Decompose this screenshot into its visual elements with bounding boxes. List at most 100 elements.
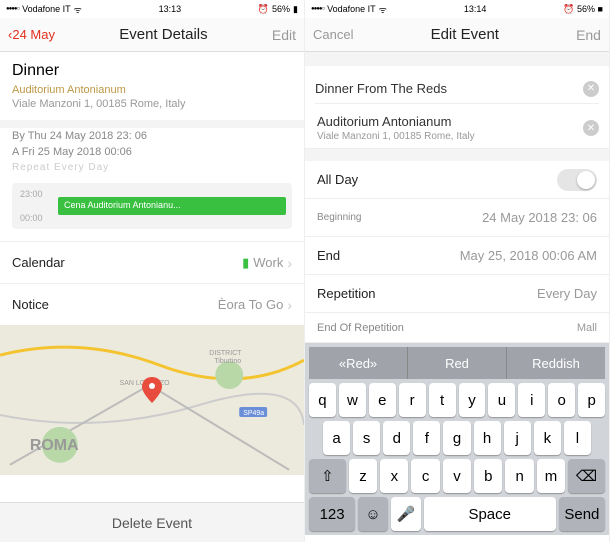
key-c[interactable]: c: [411, 459, 439, 493]
nav-bar: ‹24 May Event Details Edit: [0, 18, 304, 52]
battery-icon: ▮: [293, 4, 298, 15]
key-q[interactable]: q: [309, 383, 336, 417]
battery-label: 56%: [272, 4, 290, 14]
repetition-label: Repetition: [317, 286, 376, 301]
event-title-input[interactable]: Dinner From The Reds ✕: [315, 74, 599, 104]
nav-bar: Cancel Edit Event End: [305, 18, 609, 52]
key-s[interactable]: s: [353, 421, 380, 455]
location-name: Auditorium Antonianum: [317, 114, 597, 129]
carrier-label: Vodafone IT: [22, 4, 71, 14]
svg-text:SP49a: SP49a: [243, 410, 264, 417]
timeline-hour-top: 23:00: [20, 189, 43, 199]
end-value: May 25, 2018 00:06 AM: [460, 248, 597, 263]
location-address: Viale Manzoni 1, 00185 Rome, Italy: [317, 131, 597, 142]
backspace-key[interactable]: ⌫: [568, 459, 605, 493]
numeric-key[interactable]: 123: [309, 497, 355, 531]
all-day-toggle[interactable]: [557, 169, 597, 191]
event-end-time: A Fri 25 May 2018 00:06: [0, 144, 304, 160]
map-preview[interactable]: ROMA DISTRICT Tiburtino SAN LORENZO SP49…: [0, 325, 304, 475]
suggestion-bar: «Red» Red Reddish: [309, 347, 605, 379]
map-pin-icon: [142, 377, 162, 408]
repetition-value: Every Day: [537, 286, 597, 301]
key-j[interactable]: j: [504, 421, 531, 455]
page-title: Edit Event: [431, 26, 499, 43]
send-key[interactable]: Send: [559, 497, 605, 531]
repetition-row[interactable]: Repetition Every Day: [305, 275, 609, 313]
event-location-name: Auditorium Antonianum: [12, 84, 292, 96]
wifi-icon: ᯤ: [74, 3, 82, 16]
key-f[interactable]: f: [413, 421, 440, 455]
title-text: Dinner From The Reds: [315, 81, 583, 96]
key-o[interactable]: o: [548, 383, 575, 417]
notice-value: Èora To Go: [218, 297, 284, 312]
screen-edit-event: ●●●●○Vodafone ITᯤ 13:14 ⏰ 56% ■ Cancel E…: [305, 0, 610, 542]
notice-row[interactable]: Notice Èora To Go›: [0, 283, 304, 325]
carrier-label: Vodafone IT: [327, 4, 376, 14]
notice-label: Notice: [12, 297, 49, 312]
calendar-dot-icon: ▮: [242, 255, 249, 271]
key-t[interactable]: t: [429, 383, 456, 417]
svg-text:Tiburtino: Tiburtino: [214, 358, 241, 365]
key-d[interactable]: d: [383, 421, 410, 455]
clear-title-icon[interactable]: ✕: [583, 81, 599, 97]
calendar-row[interactable]: Calendar ▮ Work ›: [0, 241, 304, 283]
key-w[interactable]: w: [339, 383, 366, 417]
key-e[interactable]: e: [369, 383, 396, 417]
location-row[interactable]: Auditorium Antonianum Viale Manzoni 1, 0…: [305, 108, 609, 149]
svg-text:DISTRICT: DISTRICT: [209, 350, 242, 357]
signal-icon: ●●●●○: [311, 6, 324, 12]
wifi-icon: ᯤ: [379, 3, 387, 16]
key-h[interactable]: h: [474, 421, 501, 455]
timeline-preview: 23:00 00:00 Cena Auditorium Antonianu...: [12, 183, 292, 229]
key-v[interactable]: v: [443, 459, 471, 493]
key-p[interactable]: p: [578, 383, 605, 417]
end-of-repetition-row[interactable]: End Of Repetition Mall: [305, 313, 609, 343]
key-k[interactable]: k: [534, 421, 561, 455]
key-y[interactable]: y: [459, 383, 486, 417]
suggestion-3[interactable]: Reddish: [507, 347, 605, 379]
delete-event-button[interactable]: Delete Event: [0, 502, 304, 542]
calendar-label: Calendar: [12, 255, 65, 270]
event-address: Viale Manzoni 1, 00185 Rome, Italy: [12, 98, 292, 110]
timeline-event-bar: Cena Auditorium Antonianu...: [58, 197, 286, 215]
key-b[interactable]: b: [474, 459, 502, 493]
key-m[interactable]: m: [537, 459, 565, 493]
key-i[interactable]: i: [518, 383, 545, 417]
chevron-right-icon: ›: [287, 255, 292, 271]
clear-location-icon[interactable]: ✕: [583, 120, 599, 136]
key-g[interactable]: g: [443, 421, 470, 455]
key-l[interactable]: l: [564, 421, 591, 455]
status-right: ⏰ 56% ■: [563, 4, 603, 15]
timeline-hour-bottom: 00:00: [20, 213, 43, 223]
key-u[interactable]: u: [488, 383, 515, 417]
shift-key[interactable]: ⇧: [309, 459, 346, 493]
emoji-key[interactable]: ☺: [358, 497, 388, 531]
edit-button[interactable]: Edit: [272, 27, 296, 43]
key-x[interactable]: x: [380, 459, 408, 493]
page-title: Event Details: [119, 26, 207, 43]
beginning-label: Beginning: [317, 212, 361, 223]
mic-key[interactable]: 🎤: [391, 497, 421, 531]
all-day-row: All Day: [305, 161, 609, 199]
status-bar: ●●●●○Vodafone ITᯤ 13:14 ⏰ 56% ■: [305, 0, 609, 18]
key-a[interactable]: a: [323, 421, 350, 455]
status-right: ⏰56%▮: [258, 4, 298, 15]
calendar-value: Work: [253, 255, 283, 270]
map-city-label: ROMA: [30, 437, 79, 454]
status-bar: ●●●●○Vodafone ITᯤ 13:13 ⏰56%▮: [0, 0, 304, 18]
end-row[interactable]: End May 25, 2018 00:06 AM: [305, 237, 609, 275]
signal-icon: ●●●●○: [6, 6, 19, 12]
cancel-button[interactable]: Cancel: [313, 27, 353, 42]
screen-event-details: ●●●●○Vodafone ITᯤ 13:13 ⏰56%▮ ‹24 May Ev…: [0, 0, 305, 542]
suggestion-2[interactable]: Red: [408, 347, 507, 379]
suggestion-1[interactable]: «Red»: [309, 347, 408, 379]
back-button[interactable]: ‹24 May: [8, 27, 55, 42]
beginning-row[interactable]: Beginning 24 May 2018 23: 06: [305, 199, 609, 237]
clock: 13:14: [464, 4, 487, 14]
end-button[interactable]: End: [576, 27, 601, 43]
event-repeat: Repeat Every Day: [0, 160, 304, 175]
space-key[interactable]: Space: [424, 497, 556, 531]
key-r[interactable]: r: [399, 383, 426, 417]
key-n[interactable]: n: [505, 459, 533, 493]
key-z[interactable]: z: [349, 459, 377, 493]
